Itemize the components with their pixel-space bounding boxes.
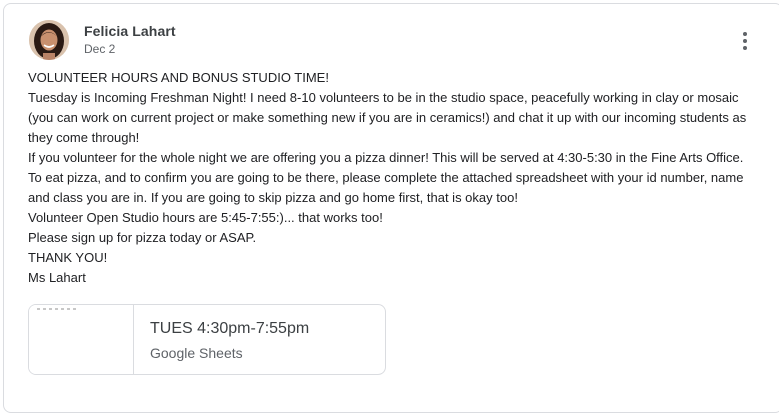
spreadsheet-preview-marks [37, 308, 77, 310]
avatar-image [29, 20, 69, 60]
attachment-type: Google Sheets [150, 345, 243, 361]
attachment-card[interactable]: TUES 4:30pm-7:55pm Google Sheets [28, 304, 386, 375]
post-body-line: Ms Lahart [28, 270, 86, 285]
more-options-button[interactable] [730, 26, 760, 56]
more-vert-icon-dot [743, 46, 747, 50]
attachment-title[interactable]: TUES 4:30pm-7:55pm [150, 319, 309, 339]
post-body: VOLUNTEER HOURS AND BONUS STUDIO TIME! T… [28, 68, 758, 288]
author-avatar[interactable] [29, 20, 69, 60]
post-body-line: VOLUNTEER HOURS AND BONUS STUDIO TIME! [28, 70, 329, 85]
attachment-thumbnail[interactable] [29, 305, 134, 374]
stream-post-card: Felicia Lahart Dec 2 VOLUNTEER HOURS AND… [3, 3, 779, 413]
post-body-line: Volunteer Open Studio hours are 5:45-7:5… [28, 210, 383, 225]
post-body-line: THANK YOU! [28, 250, 108, 265]
post-body-line: If you volunteer for the whole night we … [28, 150, 744, 205]
post-date: Dec 2 [84, 42, 116, 56]
post-body-line: Please sign up for pizza today or ASAP. [28, 230, 257, 245]
author-name: Felicia Lahart [84, 23, 176, 39]
post-body-line: Tuesday is Incoming Freshman Night! I ne… [28, 90, 747, 145]
more-vert-icon [743, 32, 747, 36]
attachment-info: TUES 4:30pm-7:55pm Google Sheets [134, 305, 309, 374]
more-vert-icon-dot [743, 39, 747, 43]
